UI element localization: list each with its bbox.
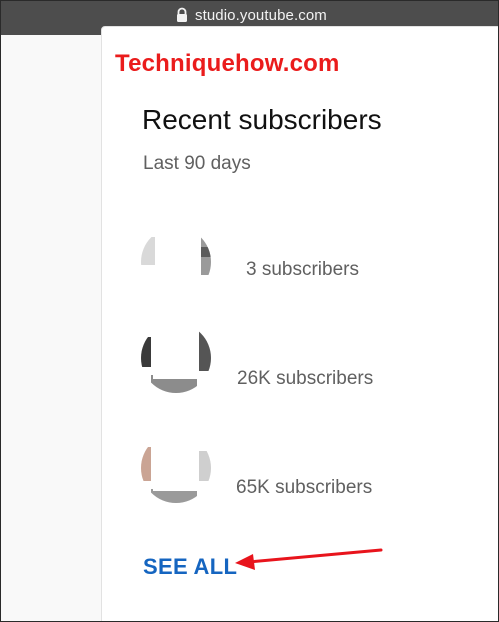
subscriber-avatar[interactable]	[141, 227, 211, 297]
subscriber-count: 26K subscribers	[237, 368, 374, 389]
subscriber-avatar[interactable]	[141, 433, 211, 503]
card-subtitle: Last 90 days	[143, 153, 251, 174]
subscriber-row[interactable]: 3 subscribers	[141, 227, 441, 307]
subscriber-row[interactable]: 65K subscribers	[141, 433, 441, 513]
annotation-arrow-icon	[235, 548, 383, 570]
url-text: studio.youtube.com	[195, 6, 327, 24]
card-title: Recent subscribers	[142, 104, 382, 135]
url-display[interactable]: studio.youtube.com	[175, 6, 327, 24]
lock-icon	[175, 7, 189, 23]
subscriber-count: 65K subscribers	[236, 477, 373, 498]
see-all-link[interactable]: SEE ALL	[143, 554, 237, 580]
subscriber-row[interactable]: 26K subscribers	[141, 323, 441, 403]
subscriber-avatar[interactable]	[141, 323, 211, 393]
screenshot-frame: studio.youtube.com Techniquehow.com Rece…	[0, 0, 499, 622]
watermark-text: Techniquehow.com	[115, 50, 340, 77]
subscriber-count: 3 subscribers	[246, 259, 359, 280]
